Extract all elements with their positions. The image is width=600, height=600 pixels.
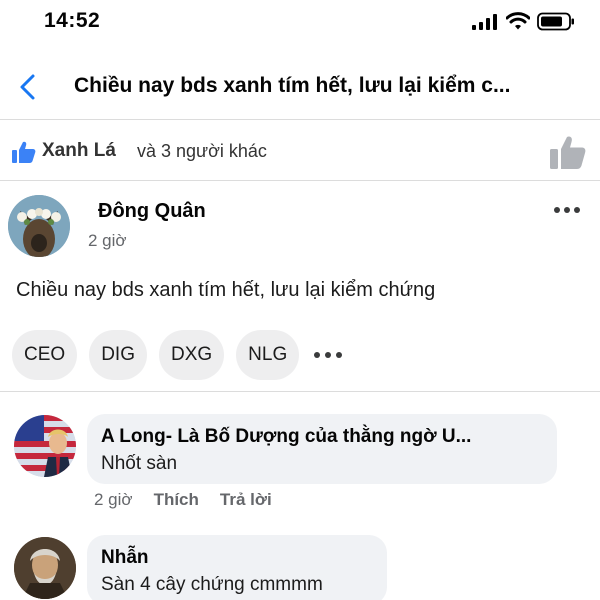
post-author-name[interactable]: Đông Quân xyxy=(98,200,206,223)
tag-nlg[interactable]: NLG xyxy=(236,330,300,380)
status-bar: 14:52 xyxy=(0,0,600,44)
tag-ceo[interactable]: CEO xyxy=(12,330,78,380)
comment-text: Sàn 4 cây chứng cmmmm xyxy=(101,574,323,595)
post-author-avatar[interactable] xyxy=(8,195,70,257)
like-button-icon[interactable] xyxy=(550,135,586,169)
avatar-man-image xyxy=(14,537,76,599)
post-header: Chiều nay bds xanh tím hết, lưu lại kiểm… xyxy=(0,54,600,120)
post-timestamp: 2 giờ xyxy=(88,231,127,250)
post-text: Chiều nay bds xanh tím hết, lưu lại kiểm… xyxy=(16,279,436,301)
comment-avatar[interactable] xyxy=(14,415,76,477)
reactions-row[interactable]: Xanh Lá và 3 người khác xyxy=(0,121,600,181)
battery-icon xyxy=(537,12,574,31)
more-icon[interactable] xyxy=(553,202,581,218)
stock-tags: CEO DIG DXG NLG xyxy=(12,330,343,380)
comment-text: Nhốt sàn xyxy=(101,453,178,474)
tag-dxg[interactable]: DXG xyxy=(158,330,225,380)
divider xyxy=(0,391,600,392)
back-icon[interactable] xyxy=(14,72,44,102)
like-comment-link[interactable]: Thích xyxy=(154,490,199,510)
signal-icon xyxy=(472,14,497,30)
comment-bubble[interactable]: A Long- Là Bố Dượng của thằng ngờ U... N… xyxy=(87,414,557,484)
tag-dig[interactable]: DIG xyxy=(89,330,147,380)
comment-time: 2 giờ xyxy=(94,490,133,509)
comment-actions: 2 giờ Thích Trả lời xyxy=(94,490,293,510)
comment-bubble[interactable]: Nhẫn Sàn 4 cây chứng cmmmm xyxy=(87,535,387,600)
status-time: 14:52 xyxy=(44,9,101,32)
comment-author[interactable]: Nhẫn xyxy=(101,547,149,569)
like-badge-icon xyxy=(12,141,36,163)
comment-avatar[interactable] xyxy=(14,537,76,599)
wifi-icon xyxy=(506,12,530,30)
avatar-flag-image xyxy=(14,415,76,477)
reactor-others[interactable]: và 3 người khác xyxy=(137,141,267,162)
comment-author[interactable]: A Long- Là Bố Dượng của thằng ngờ U... xyxy=(101,426,471,448)
reactor-name[interactable]: Xanh Lá xyxy=(42,140,116,162)
more-tags-icon[interactable] xyxy=(313,349,343,361)
reply-comment-link[interactable]: Trả lời xyxy=(220,490,272,510)
avatar-dog-image xyxy=(8,195,70,257)
page-title: Chiều nay bds xanh tím hết, lưu lại kiểm… xyxy=(74,74,511,97)
